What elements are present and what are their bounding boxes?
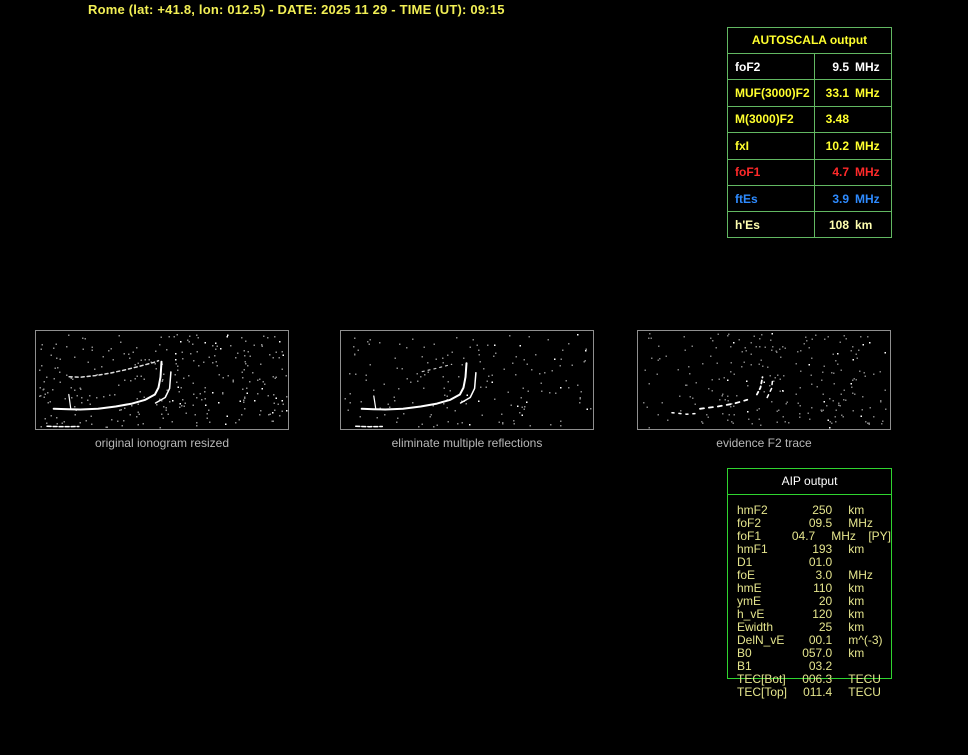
autoscala-row-fxI: fxI10.2MHz xyxy=(728,133,891,159)
parameter-value: 10.2MHz xyxy=(815,139,891,153)
autoscala-row-foF1: foF14.7MHz xyxy=(728,160,891,186)
parameter-label: fxI xyxy=(728,133,815,158)
thumbnail-f2-plot xyxy=(638,331,890,429)
thumbnail-evidence-f2 xyxy=(637,330,891,430)
parameter-label: TEC[Top] xyxy=(728,686,797,699)
autoscala-table-title: AUTOSCALA output xyxy=(728,28,891,54)
parameter-label: MUF(3000)F2 xyxy=(728,80,815,105)
autoscala-row-foF2: foF29.5MHz xyxy=(728,54,891,80)
parameter-value: 108km xyxy=(815,218,891,232)
thumbnail-caption-original: original ionogram resized xyxy=(35,436,289,450)
page-title: Rome (lat: +41.8, lon: 012.5) - DATE: 20… xyxy=(88,2,505,17)
bottom-ionogram xyxy=(0,460,730,755)
parameter-value: 011.4 xyxy=(797,686,832,699)
thumbnail-caption-clean: eliminate multiple reflections xyxy=(340,436,594,450)
aip-table: AIP output hmF2250kmfoF209.5MHzfoF104.7M… xyxy=(727,468,892,679)
parameter-unit: km xyxy=(848,647,891,660)
autoscala-row-M(3000)F2: M(3000)F23.48 xyxy=(728,107,891,133)
parameter-label: foF2 xyxy=(728,54,815,79)
parameter-label: h'Es xyxy=(728,212,815,237)
parameter-flag: [PY] xyxy=(868,530,891,543)
thumbnail-original-ionogram xyxy=(35,330,289,430)
parameter-value: 04.7 xyxy=(786,530,815,543)
autoscala-row-ftEs: ftEs3.9MHz xyxy=(728,186,891,212)
aip-row-TEC[Top]: TEC[Top]011.4 TECU xyxy=(728,686,891,699)
parameter-value: 3.9MHz xyxy=(815,192,891,206)
parameter-label: foF1 xyxy=(728,160,815,185)
top-ionogram xyxy=(0,18,730,316)
parameter-value: 33.1MHz xyxy=(815,86,891,100)
autoscala-screen: Rome (lat: +41.8, lon: 012.5) - DATE: 20… xyxy=(0,0,968,755)
parameter-value: 9.5MHz xyxy=(815,60,891,74)
parameter-label: M(3000)F2 xyxy=(728,107,815,132)
autoscala-table-rows: foF29.5MHzMUF(3000)F233.1MHzM(3000)F23.4… xyxy=(728,54,891,238)
parameter-value: 3.48 xyxy=(815,112,891,126)
thumbnail-caption-f2: evidence F2 trace xyxy=(637,436,891,450)
autoscala-row-h'Es: h'Es108km xyxy=(728,212,891,237)
parameter-value: 4.7MHz xyxy=(815,165,891,179)
parameter-unit: km xyxy=(848,543,891,556)
thumbnail-original-plot xyxy=(36,331,288,429)
thumbnail-eliminate-reflections xyxy=(340,330,594,430)
aip-table-title: AIP output xyxy=(728,469,891,495)
parameter-unit: TECU xyxy=(848,686,891,699)
thumbnail-clean-plot xyxy=(341,331,593,429)
parameter-label: ftEs xyxy=(728,186,815,211)
aip-table-rows: hmF2250kmfoF209.5MHzfoF104.7MHz[PY]hmF11… xyxy=(728,495,891,699)
autoscala-table: AUTOSCALA output foF29.5MHzMUF(3000)F233… xyxy=(727,27,892,238)
autoscala-row-MUF(3000)F2: MUF(3000)F233.1MHz xyxy=(728,80,891,106)
